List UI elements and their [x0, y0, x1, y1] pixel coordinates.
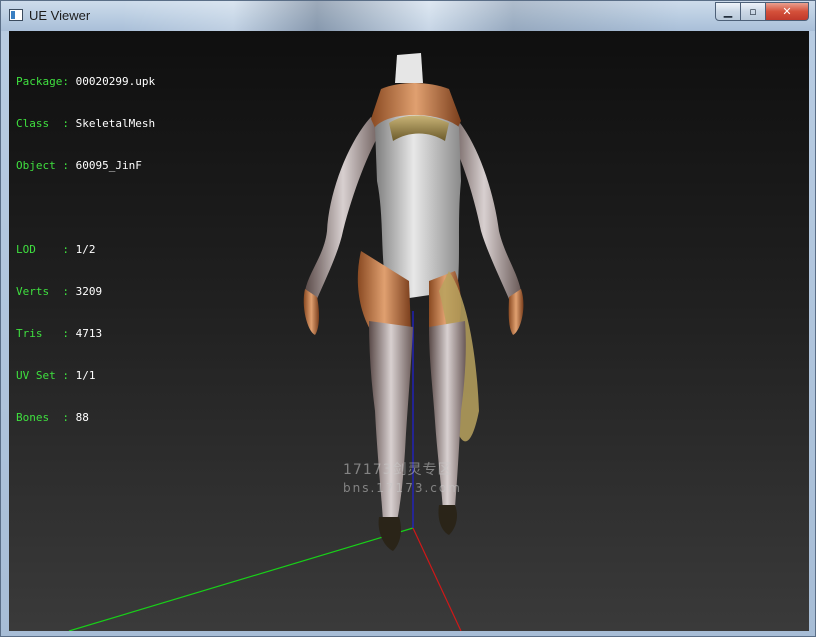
info-uvset-row: UV Set : 1/1 [16, 369, 155, 383]
axis-x-red [412, 527, 462, 631]
info-tris-row: Tris : 4713 [16, 327, 155, 341]
info-value: 3209 [75, 285, 103, 298]
info-value: 88 [75, 411, 89, 424]
info-class-row: Class : SkeletalMesh [16, 117, 155, 131]
info-lod-row: LOD : 1/2 [16, 243, 155, 257]
watermark-line-2: bns.17173.com [343, 481, 462, 495]
info-label: Tris : [16, 327, 69, 340]
site-watermark: 17173剑灵专区 bns.17173.com [343, 459, 462, 495]
info-label: Class : [16, 117, 69, 130]
watermark-line-1: 17173剑灵专区 [343, 462, 453, 478]
3d-viewport[interactable]: Package: 00020299.upk Class : SkeletalMe… [9, 31, 809, 631]
info-label: Bones : [16, 411, 69, 424]
info-label: LOD : [16, 243, 69, 256]
maximize-button[interactable]: ▫ [740, 2, 766, 21]
title-bar[interactable]: UE Viewer ▁ ▫ ✕ [1, 1, 815, 31]
window-title: UE Viewer [29, 8, 91, 23]
app-window-icon[interactable] [9, 9, 23, 21]
info-label: Object : [16, 159, 69, 172]
background-window-ghost [121, 1, 681, 31]
close-button[interactable]: ✕ [765, 2, 809, 21]
minimize-button[interactable]: ▁ [715, 2, 741, 21]
mesh-info-panel: Package: 00020299.upk Class : SkeletalMe… [16, 47, 155, 453]
info-package-row: Package: 00020299.upk [16, 75, 155, 89]
info-value: 60095_JinF [75, 159, 142, 172]
app-window: UE Viewer ▁ ▫ ✕ Package: 00020299.upk Cl… [0, 0, 816, 637]
info-label: UV Set : [16, 369, 69, 382]
caption-buttons: ▁ ▫ ✕ [715, 2, 809, 21]
info-label: Package: [16, 75, 69, 88]
info-value: 1/1 [75, 369, 96, 382]
info-bones-row: Bones : 88 [16, 411, 155, 425]
info-object-row: Object : 60095_JinF [16, 159, 155, 173]
axis-y-green [68, 527, 414, 631]
info-value: 00020299.upk [75, 75, 156, 88]
info-value: 1/2 [75, 243, 96, 256]
info-verts-row: Verts : 3209 [16, 285, 155, 299]
info-label: Verts : [16, 285, 69, 298]
info-value: 4713 [75, 327, 103, 340]
info-value: SkeletalMesh [75, 117, 156, 130]
